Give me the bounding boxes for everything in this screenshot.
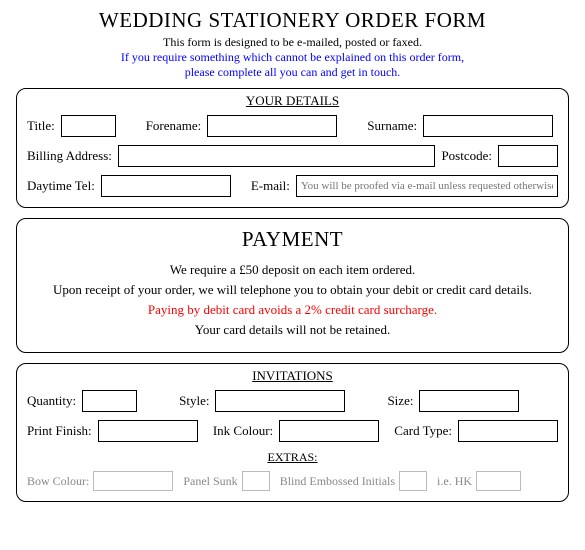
ink-colour-label: Ink Colour: [213, 423, 273, 439]
ie-hk-field[interactable] [476, 471, 521, 491]
form-title: WEDDING STATIONERY ORDER FORM [16, 8, 569, 33]
invitations-section: INVITATIONS Quantity: Style: Size: Print… [16, 363, 569, 502]
ink-colour-field[interactable] [279, 420, 379, 442]
forename-label: Forename: [146, 118, 202, 134]
title-field[interactable] [61, 115, 116, 137]
print-finish-label: Print Finish: [27, 423, 92, 439]
daytime-tel-field[interactable] [101, 175, 231, 197]
billing-label: Billing Address: [27, 148, 112, 164]
ie-hk-label: i.e. HK [437, 474, 472, 489]
your-details-title: YOUR DETAILS [27, 93, 558, 109]
postcode-field[interactable] [498, 145, 558, 167]
size-field[interactable] [419, 390, 519, 412]
form-header: WEDDING STATIONERY ORDER FORM This form … [16, 8, 569, 80]
payment-title: PAYMENT [27, 227, 558, 252]
payment-line2: Upon receipt of your order, we will tele… [27, 282, 558, 298]
size-label: Size: [387, 393, 413, 409]
style-field[interactable] [215, 390, 345, 412]
email-field[interactable] [296, 175, 558, 197]
postcode-label: Postcode: [441, 148, 492, 164]
form-note-line2: please complete all you can and get in t… [16, 65, 569, 80]
payment-line3: Paying by debit card avoids a 2% credit … [27, 302, 558, 318]
panel-sunk-label: Panel Sunk [183, 474, 237, 489]
daytime-tel-label: Daytime Tel: [27, 178, 95, 194]
style-label: Style: [179, 393, 209, 409]
form-note-line1: If you require something which cannot be… [16, 50, 569, 65]
bow-colour-field[interactable] [93, 471, 173, 491]
form-subtitle: This form is designed to be e-mailed, po… [16, 35, 569, 50]
blind-embossed-label: Blind Embossed Initials [280, 474, 395, 489]
surname-field[interactable] [423, 115, 553, 137]
email-label: E-mail: [251, 178, 290, 194]
forename-field[interactable] [207, 115, 337, 137]
quantity-label: Quantity: [27, 393, 76, 409]
payment-line1: We require a £50 deposit on each item or… [27, 262, 558, 278]
surname-label: Surname: [367, 118, 417, 134]
blind-embossed-field[interactable] [399, 471, 427, 491]
invitations-title: INVITATIONS [27, 368, 558, 384]
card-type-label: Card Type: [394, 423, 452, 439]
payment-line4: Your card details will not be retained. [27, 322, 558, 338]
title-label: Title: [27, 118, 55, 134]
billing-field[interactable] [118, 145, 436, 167]
panel-sunk-field[interactable] [242, 471, 270, 491]
payment-section: PAYMENT We require a £50 deposit on each… [16, 218, 569, 353]
your-details-section: YOUR DETAILS Title: Forename: Surname: B… [16, 88, 569, 208]
quantity-field[interactable] [82, 390, 137, 412]
print-finish-field[interactable] [98, 420, 198, 442]
extras-title: EXTRAS: [27, 450, 558, 465]
bow-colour-label: Bow Colour: [27, 474, 89, 489]
card-type-field[interactable] [458, 420, 558, 442]
